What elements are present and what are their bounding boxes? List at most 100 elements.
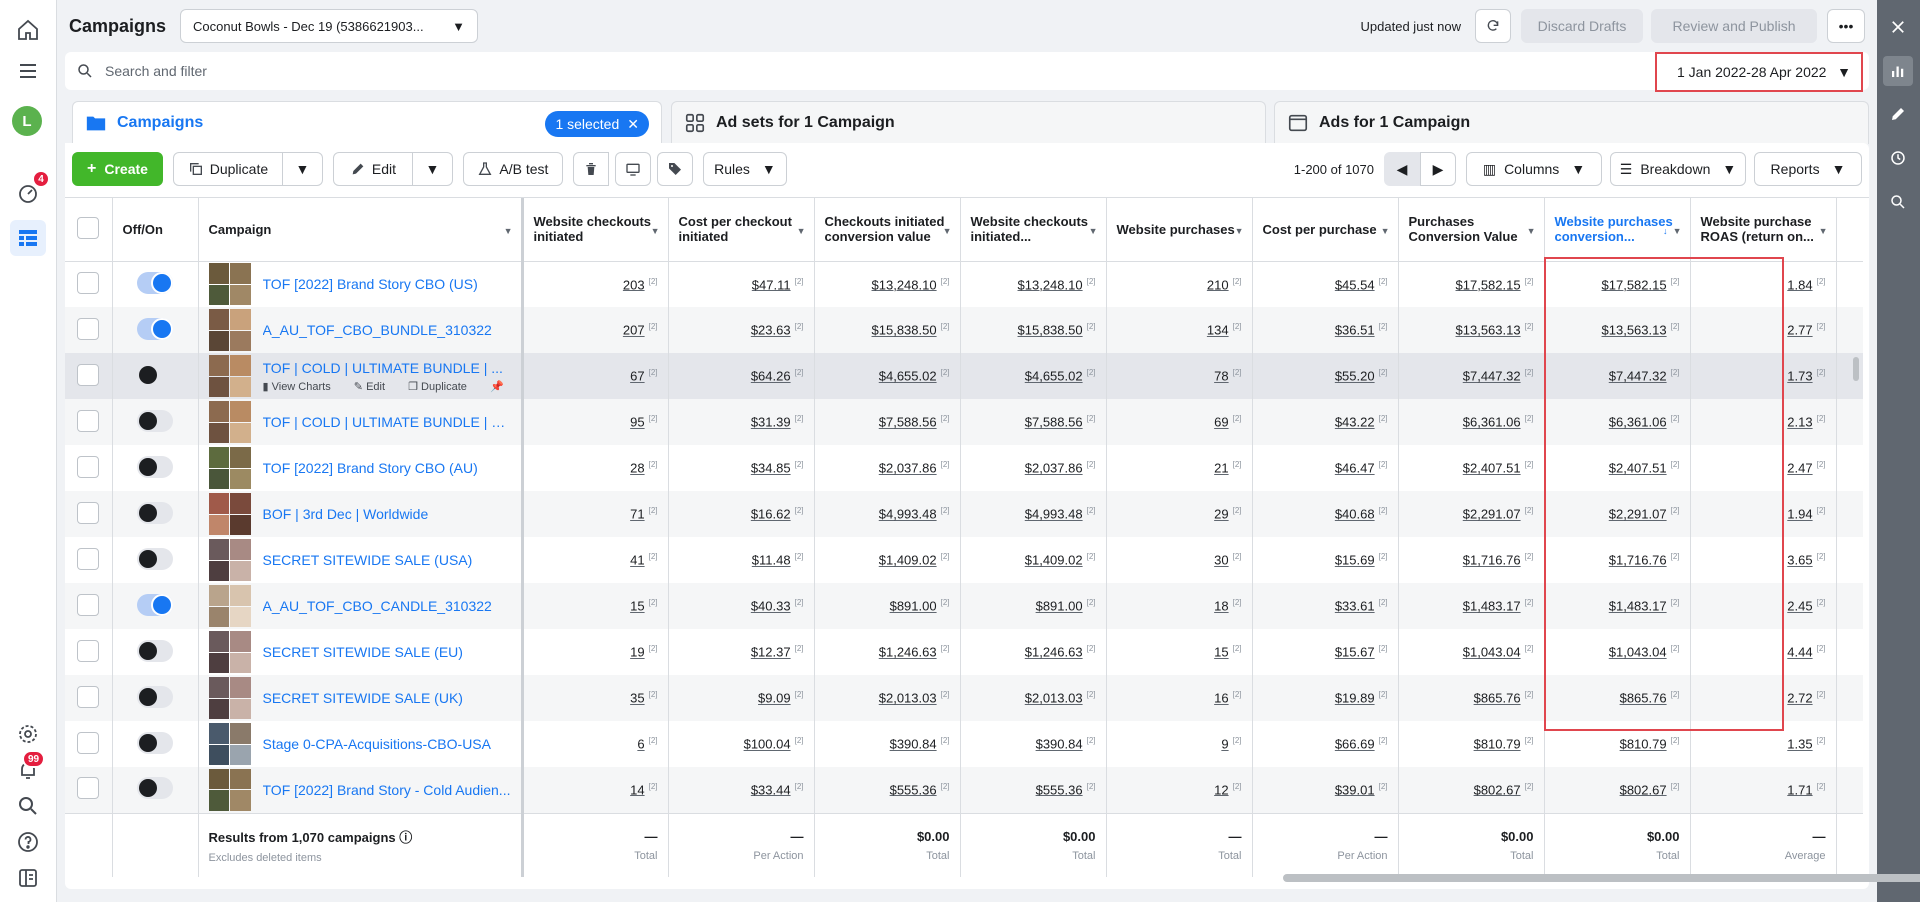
metric-value[interactable]: $4,655.02 <box>1025 369 1083 384</box>
metric-value[interactable]: $891.00 <box>1036 599 1083 614</box>
metric-value[interactable]: 134 <box>1207 323 1229 338</box>
campaign-name-link[interactable]: TOF | COLD | ULTIMATE BUNDLE | NE... <box>263 414 511 430</box>
campaign-on-off-toggle[interactable] <box>137 271 173 294</box>
metric-value[interactable]: $39.01 <box>1335 782 1375 797</box>
row-checkbox[interactable] <box>77 593 100 616</box>
metric-value[interactable]: 2.77 <box>1787 323 1812 338</box>
row-checkbox[interactable] <box>77 777 100 800</box>
metric-value[interactable]: $810.79 <box>1620 737 1667 752</box>
metric-value[interactable]: $13,563.13 <box>1456 323 1521 338</box>
row-checkbox[interactable] <box>77 547 100 570</box>
tag-button[interactable] <box>656 152 693 186</box>
metric-value[interactable]: $1,246.63 <box>879 645 937 660</box>
metric-value[interactable]: $891.00 <box>890 599 937 614</box>
table-row[interactable]: SECRET SITEWIDE SALE (EU) 19 [2] $12.37 [2]… <box>65 629 1863 675</box>
metric-value[interactable]: $2,037.86 <box>879 461 937 476</box>
metric-value[interactable]: 15 <box>630 599 644 614</box>
metric-value[interactable]: 21 <box>1214 461 1228 476</box>
metric-value[interactable]: $12.37 <box>751 645 791 660</box>
campaign-name-link[interactable]: A_AU_TOF_CBO_CANDLE_310322 <box>263 598 492 614</box>
metric-value[interactable]: $15,838.50 <box>872 323 937 338</box>
table-row[interactable]: BOF | 3rd Dec | Worldwide 71 [2] $16.62 [2]… <box>65 491 1863 537</box>
rules-button[interactable]: Rules ▼ <box>702 152 787 186</box>
metric-value[interactable]: $7,588.56 <box>879 415 937 430</box>
metric-value[interactable]: $4,993.48 <box>1025 507 1083 522</box>
column-header[interactable]: Cost per purchase ▼ <box>1252 198 1399 262</box>
metric-value[interactable]: 1.73 <box>1787 369 1812 384</box>
search-icon[interactable] <box>12 790 44 822</box>
column-header-sorted[interactable]: Website purchases conversion... ↓ ▼ <box>1544 198 1691 262</box>
metric-value[interactable]: $1,409.02 <box>1025 553 1083 568</box>
metric-value[interactable]: 203 <box>623 277 645 292</box>
metric-value[interactable]: $1,043.04 <box>1609 645 1667 660</box>
metric-value[interactable]: 14 <box>630 782 644 797</box>
metric-value[interactable]: 30 <box>1214 553 1228 568</box>
metric-value[interactable]: $1,246.63 <box>1025 645 1083 660</box>
column-header[interactable]: Website checkouts initiated ▼ <box>522 198 669 262</box>
metric-value[interactable]: $2,013.03 <box>1025 691 1083 706</box>
search-input[interactable] <box>105 63 1869 79</box>
metric-value[interactable]: $64.26 <box>751 369 791 384</box>
create-button[interactable]: + Create <box>72 152 163 186</box>
close-icon[interactable] <box>1883 12 1913 42</box>
metric-value[interactable]: 1.71 <box>1787 782 1812 797</box>
table-row[interactable]: A_AU_TOF_CBO_CANDLE_310322 15 [2] $40.33 [2… <box>65 583 1863 629</box>
metric-value[interactable]: 3.65 <box>1787 553 1812 568</box>
metric-value[interactable]: $810.79 <box>1474 737 1521 752</box>
metric-value[interactable]: $34.85 <box>751 461 791 476</box>
campaign-name-link[interactable]: SECRET SITEWIDE SALE (UK) <box>263 690 463 706</box>
campaign-name-link[interactable]: A_AU_TOF_CBO_BUNDLE_310322 <box>263 322 492 338</box>
table-row[interactable]: TOF | COLD | ULTIMATE BUNDLE | ... ▮ Vie… <box>65 353 1863 399</box>
horizontal-scrollbar[interactable] <box>1283 874 1920 882</box>
metric-value[interactable]: $4,993.48 <box>879 507 937 522</box>
more-options-button[interactable]: ••• <box>1827 9 1865 43</box>
metric-value[interactable]: 28 <box>630 461 644 476</box>
close-icon[interactable]: ✕ <box>627 116 639 133</box>
metric-value[interactable]: $2,291.07 <box>1463 507 1521 522</box>
metric-value[interactable]: $33.61 <box>1335 599 1375 614</box>
selected-count-pill[interactable]: 1 selected ✕ <box>545 111 649 137</box>
campaign-name-link[interactable]: TOF | COLD | ULTIMATE BUNDLE | ... <box>263 360 511 376</box>
metric-value[interactable]: 78 <box>1214 369 1228 384</box>
settings-gear-icon[interactable] <box>12 718 44 750</box>
row-checkbox[interactable] <box>77 455 100 478</box>
tab-campaigns[interactable]: Campaigns 1 selected ✕ <box>72 101 662 144</box>
metric-value[interactable]: $31.39 <box>751 415 791 430</box>
metric-value[interactable]: $390.84 <box>890 737 937 752</box>
metric-value[interactable]: 15 <box>1214 645 1228 660</box>
row-checkbox[interactable] <box>77 685 100 708</box>
metric-value[interactable]: $17,582.15 <box>1602 277 1667 292</box>
metric-value[interactable]: $45.54 <box>1335 277 1375 292</box>
ad-account-selector[interactable]: Coconut Bowls - Dec 19 (5386621903... ▼ <box>180 9 479 43</box>
metric-value[interactable]: 6 <box>637 737 644 752</box>
table-row[interactable]: A_AU_TOF_CBO_BUNDLE_310322 207 [2] $23.63[… <box>65 307 1863 353</box>
metric-value[interactable]: $43.22 <box>1335 415 1375 430</box>
metric-value[interactable]: $36.51 <box>1335 323 1375 338</box>
table-row[interactable]: TOF [2022] Brand Story - Cold Audien... … <box>65 767 1863 813</box>
clock-icon[interactable] <box>1883 143 1913 173</box>
metric-value[interactable]: 207 <box>623 323 645 338</box>
metric-value[interactable]: $2,291.07 <box>1609 507 1667 522</box>
campaign-on-off-toggle[interactable] <box>137 455 173 478</box>
prev-page-button[interactable]: ◀ <box>1384 152 1420 186</box>
campaign-on-off-toggle[interactable] <box>137 547 173 570</box>
inspect-search-icon[interactable] <box>1883 187 1913 217</box>
campaign-on-off-toggle[interactable] <box>137 317 173 340</box>
pencil-icon[interactable] <box>1883 99 1913 129</box>
delete-button[interactable] <box>572 152 609 186</box>
campaign-on-off-toggle[interactable] <box>137 501 173 524</box>
metric-value[interactable]: $11.48 <box>752 553 791 568</box>
column-header[interactable]: Off/On <box>112 198 199 262</box>
edit-link[interactable]: ✎ Edit <box>354 381 395 393</box>
metric-value[interactable]: $15,838.50 <box>1018 323 1083 338</box>
column-header[interactable]: Checkouts initiated conversion value ▼ <box>814 198 961 262</box>
metric-value[interactable]: 4.44 <box>1787 645 1812 660</box>
column-header[interactable]: Website checkouts initiated... ▼ <box>960 198 1107 262</box>
metric-value[interactable]: $7,447.32 <box>1609 369 1667 384</box>
metric-value[interactable]: 16 <box>1214 691 1228 706</box>
pin-icon[interactable]: 📌 <box>490 381 504 393</box>
metric-value[interactable]: $1,409.02 <box>879 553 937 568</box>
metric-value[interactable]: $16.62 <box>751 507 791 522</box>
metric-value[interactable]: $2,013.03 <box>879 691 937 706</box>
metric-value[interactable]: $6,361.06 <box>1609 415 1667 430</box>
